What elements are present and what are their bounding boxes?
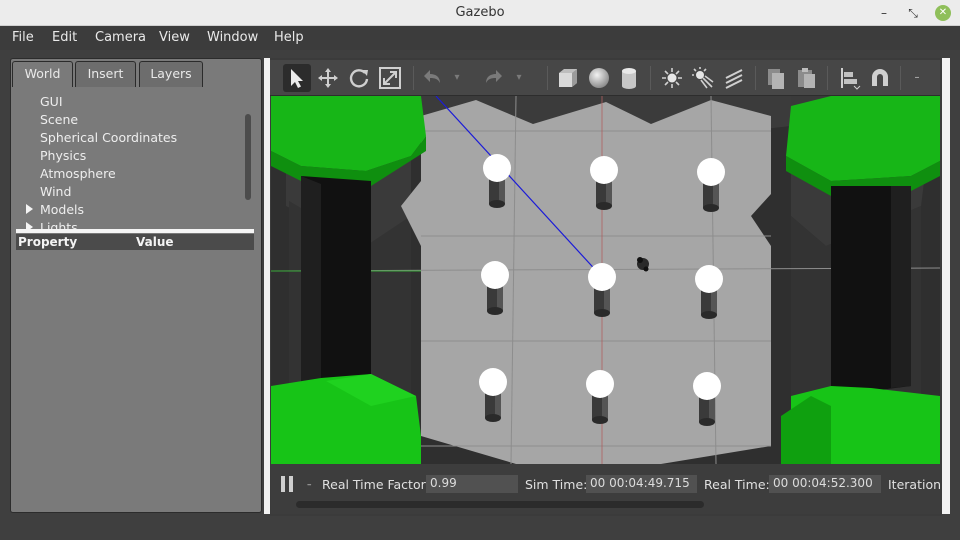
pause-icon[interactable] xyxy=(281,476,297,492)
box-icon[interactable] xyxy=(554,64,582,92)
window-title: Gazebo xyxy=(455,5,505,20)
panel-divider[interactable] xyxy=(16,229,254,233)
step-icon[interactable]: – xyxy=(307,480,312,490)
gazebo-window: Gazebo – ⤡ ✕ File Edit Camera View Windo… xyxy=(0,0,960,540)
select-arrow-icon[interactable] xyxy=(283,64,311,92)
cylinder-icon[interactable] xyxy=(615,64,643,92)
status-scrollbar[interactable] xyxy=(296,501,704,508)
redo-icon[interactable] xyxy=(480,64,508,92)
menu-edit[interactable]: Edit xyxy=(52,30,77,45)
menu-file[interactable]: File xyxy=(12,30,34,45)
sphere-icon[interactable] xyxy=(585,64,613,92)
property-column-header: Property xyxy=(18,235,78,249)
world-tree: GUI Scene Spherical Coordinates Physics … xyxy=(16,90,254,230)
menu-camera[interactable]: Camera xyxy=(95,30,146,45)
redo-dropdown-icon[interactable]: ▾ xyxy=(512,64,526,92)
undo-dropdown-icon[interactable]: ▾ xyxy=(450,64,464,92)
tree-item-scene[interactable]: Scene xyxy=(40,112,78,127)
directional-light-icon[interactable] xyxy=(720,64,748,92)
3d-viewport[interactable] xyxy=(271,96,940,464)
tab-world[interactable]: World xyxy=(12,61,73,87)
maximize-icon[interactable]: ⤡ xyxy=(903,3,923,23)
menu-edit-label: Edit xyxy=(52,30,78,45)
status-bar: – Real Time Factor: 0.99 Sim Time: 00 00… xyxy=(271,464,942,514)
translate-icon[interactable] xyxy=(314,64,342,92)
tree-scrollbar[interactable] xyxy=(245,114,251,200)
copy-icon[interactable] xyxy=(762,64,790,92)
right-panel-handle[interactable] xyxy=(942,58,950,514)
menu-file-label: File xyxy=(12,30,34,45)
expand-arrow-icon[interactable] xyxy=(26,204,33,214)
rotate-icon[interactable] xyxy=(345,64,373,92)
align-icon[interactable] xyxy=(835,64,863,92)
menu-window[interactable]: Window xyxy=(207,30,258,45)
menu-help-label: Help xyxy=(274,30,304,45)
tab-layers[interactable]: Layers xyxy=(139,61,203,87)
menu-help[interactable]: Help xyxy=(274,30,304,45)
undo-icon[interactable] xyxy=(418,64,446,92)
tree-item-spherical-coordinates[interactable]: Spherical Coordinates xyxy=(40,130,177,145)
close-icon[interactable]: ✕ xyxy=(935,5,951,21)
menu-view[interactable]: View xyxy=(159,30,190,45)
tree-item-physics[interactable]: Physics xyxy=(40,148,86,163)
spot-light-icon[interactable] xyxy=(689,64,717,92)
tree-item-models[interactable]: Models xyxy=(40,202,84,217)
more-icon[interactable]: – xyxy=(910,64,924,92)
sim-time-value: 00 00:04:49.715 xyxy=(586,475,697,493)
rtf-label: Real Time Factor: xyxy=(322,477,430,492)
paste-icon[interactable] xyxy=(792,64,820,92)
iterations-label: Iteration xyxy=(888,477,942,492)
title-bar: Gazebo – ⤡ ✕ xyxy=(0,0,960,26)
menu-bar: File Edit Camera View Window Help xyxy=(0,26,960,50)
property-header: Property Value xyxy=(16,234,254,250)
sim-time-label: Sim Time: xyxy=(525,477,588,492)
point-light-icon[interactable] xyxy=(658,64,686,92)
real-time-value: 00 00:04:52.300 xyxy=(769,475,881,493)
menu-view-label: View xyxy=(159,30,190,45)
tree-item-wind[interactable]: Wind xyxy=(40,184,71,199)
tree-item-gui[interactable]: GUI xyxy=(40,94,63,109)
scale-icon[interactable] xyxy=(376,64,404,92)
tree-item-atmosphere[interactable]: Atmosphere xyxy=(40,166,116,181)
real-time-label: Real Time: xyxy=(704,477,770,492)
magnet-icon[interactable] xyxy=(866,64,894,92)
menu-window-label: Window xyxy=(207,30,259,45)
toolbar: ▾ ▾ – xyxy=(270,60,940,96)
value-column-header: Value xyxy=(136,235,174,249)
rtf-value: 0.99 xyxy=(426,475,518,493)
minimize-icon[interactable]: – xyxy=(874,3,894,23)
menu-camera-label: Camera xyxy=(95,30,147,45)
tab-insert[interactable]: Insert xyxy=(75,61,136,87)
